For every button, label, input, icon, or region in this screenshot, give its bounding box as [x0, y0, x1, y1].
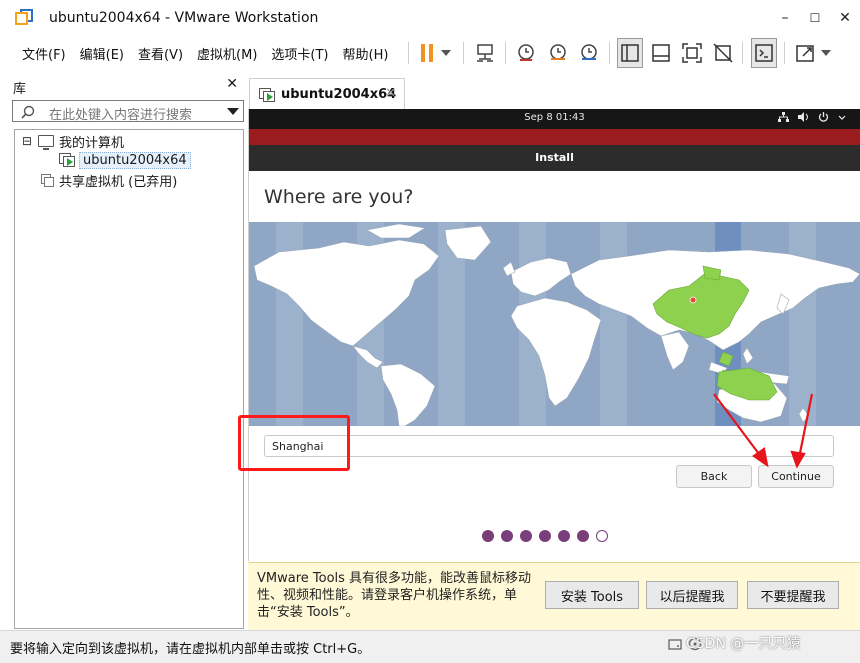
unity-icon	[713, 43, 733, 63]
world-map-icon	[253, 223, 860, 426]
menu-file[interactable]: 文件(F)	[22, 44, 66, 63]
hard-disk-icon	[668, 639, 682, 650]
tab-close-button[interactable]: ✕	[385, 86, 396, 101]
snapshot-manager-button[interactable]	[576, 38, 602, 68]
chevron-down-icon	[838, 115, 846, 120]
menu-help[interactable]: 帮助(H)	[343, 44, 389, 63]
snapshot-button[interactable]	[513, 38, 539, 68]
vmware-tools-message: VMware Tools 具有很多功能，能改善鼠标移动性、视频和性能。请登录客户…	[257, 571, 532, 620]
send-ctrl-alt-del-button[interactable]	[472, 38, 498, 68]
tree-label: ubuntu2004x64	[79, 151, 191, 169]
tree-vm-ubuntu[interactable]: ubuntu2004x64	[59, 151, 191, 169]
status-message: 要将输入定向到该虚拟机，请在虚拟机内部单击或按 Ctrl+G。	[10, 642, 371, 657]
progress-dot	[577, 530, 589, 542]
progress-dot	[501, 530, 513, 542]
library-close-button[interactable]: ✕	[226, 76, 238, 92]
guest-accent-strip	[249, 129, 860, 145]
tree-shared-vms[interactable]: 共享虚拟机 (已弃用)	[41, 171, 178, 190]
install-tools-button[interactable]: 安装 Tools	[545, 581, 639, 609]
search-dropdown-icon[interactable]	[227, 108, 239, 115]
console-view-button[interactable]	[751, 38, 777, 68]
search-icon	[21, 105, 35, 119]
title-bar: ubuntu2004x64 - VMware Workstation – ☐ ✕	[0, 0, 860, 36]
snapshot-manager-icon	[581, 44, 597, 60]
library-search-input[interactable]: 在此处键入内容进行搜索	[12, 100, 244, 123]
volume-icon	[798, 112, 808, 122]
toolbar-separator	[463, 42, 464, 64]
window-title: ubuntu2004x64 - VMware Workstation	[49, 10, 319, 26]
tree-my-computer[interactable]: ⊟ 我的计算机	[22, 132, 125, 151]
library-title: 库	[13, 82, 27, 97]
location-pin-icon	[689, 296, 697, 304]
clock-icon	[518, 44, 534, 61]
highlight-box	[238, 415, 350, 471]
revert-clock-icon	[550, 44, 566, 60]
guest-system-menu[interactable]	[778, 112, 846, 122]
fullscreen-icon	[682, 43, 702, 63]
menu-edit[interactable]: 编辑(E)	[80, 44, 124, 63]
back-button[interactable]: Back	[676, 465, 752, 488]
menu-vm[interactable]: 虚拟机(M)	[197, 44, 257, 63]
maximize-button[interactable]: ☐	[800, 0, 830, 36]
progress-dot	[558, 530, 570, 542]
revert-snapshot-button[interactable]	[545, 38, 571, 68]
pause-icon	[421, 44, 433, 62]
minimize-button[interactable]: –	[770, 0, 800, 36]
power-icon	[818, 112, 829, 122]
search-placeholder: 在此处键入内容进行搜索	[49, 108, 193, 123]
computer-icon	[38, 135, 54, 150]
continue-button[interactable]: Continue	[758, 465, 834, 488]
library-tree: ⊟ 我的计算机 ubuntu2004x64 共享虚拟机 (已弃用)	[14, 129, 244, 629]
timezone-map[interactable]	[249, 222, 860, 426]
thumbnail-bar-button[interactable]	[648, 38, 674, 68]
library-header: 库 ✕	[10, 76, 244, 98]
show-library-button[interactable]	[617, 38, 643, 68]
menu-view[interactable]: 查看(V)	[138, 44, 183, 63]
progress-dot	[482, 530, 494, 542]
chevron-down-icon	[441, 50, 451, 56]
toolbar-separator	[505, 42, 506, 64]
full-screen-button[interactable]	[679, 38, 705, 68]
tab-ubuntu2004x64[interactable]: ubuntu2004x64 ✕	[249, 78, 405, 110]
menu-tabs[interactable]: 选项卡(T)	[271, 44, 328, 63]
vm-running-icon	[59, 153, 75, 167]
unity-button[interactable]	[710, 38, 736, 68]
pause-button[interactable]	[416, 38, 456, 68]
library-panel-icon	[621, 44, 639, 62]
watermark: CSDN @一只只猿	[686, 636, 801, 652]
tree-label: 共享虚拟机 (已弃用)	[59, 174, 178, 190]
toolbar-separator	[784, 42, 785, 64]
installer-title: Install	[535, 151, 574, 164]
thumbnail-icon	[652, 44, 670, 62]
tab-label: ubuntu2004x64	[281, 87, 397, 102]
stretch-icon	[795, 45, 814, 62]
collapse-icon[interactable]: ⊟	[22, 135, 32, 147]
stretch-guest-button[interactable]	[792, 38, 834, 68]
network-icon	[778, 112, 789, 122]
toolbar-separator	[742, 42, 743, 64]
terminal-icon	[755, 44, 773, 62]
toolbar-separator	[609, 42, 610, 64]
shared-vm-icon	[41, 173, 55, 187]
installer-title-bar: Install	[249, 145, 860, 171]
install-progress	[482, 530, 608, 542]
vm-running-icon	[259, 87, 275, 102]
vmware-logo-icon	[15, 9, 33, 27]
remind-later-button[interactable]: 以后提醒我	[646, 581, 738, 609]
progress-dot	[520, 530, 532, 542]
progress-dot-current	[596, 530, 608, 542]
guest-top-bar: Sep 8 01:43	[249, 109, 860, 129]
progress-dot	[539, 530, 551, 542]
chevron-down-icon	[820, 50, 831, 56]
toolbar-separator	[408, 42, 409, 64]
never-remind-button[interactable]: 不要提醒我	[747, 581, 839, 609]
tree-label: 我的计算机	[59, 135, 125, 151]
page-heading: Where are you?	[264, 186, 414, 208]
close-window-button[interactable]: ✕	[830, 0, 860, 36]
network-send-icon	[477, 44, 493, 62]
guest-clock[interactable]: Sep 8 01:43	[249, 112, 860, 123]
